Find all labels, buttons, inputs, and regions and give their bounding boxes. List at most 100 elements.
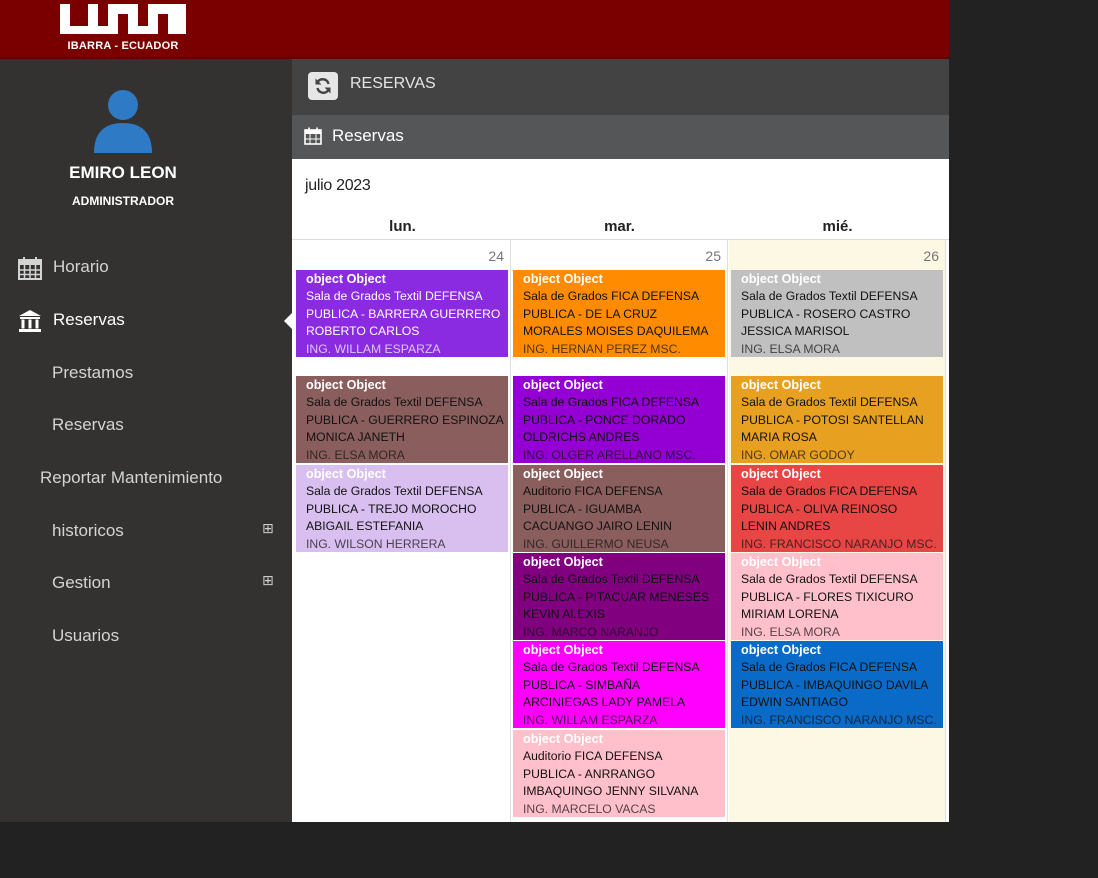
event-student-name: MORALES MOISES DAQUILEMA — [523, 324, 709, 339]
event-title: object Object — [306, 378, 386, 392]
event-title: object Object — [523, 378, 603, 392]
event-student: PUBLICA - FLORES TIXICURO — [741, 589, 914, 604]
day-number: 26 — [923, 248, 939, 264]
event-room: Sala de Grados Textil DEFENSA — [306, 289, 483, 304]
calendar-event[interactable]: object Object Sala de Grados FICA DEFENSA… — [731, 641, 943, 728]
day-header-lun: lun. — [389, 218, 416, 235]
event-tutor: ING. WILSON HERRERA — [306, 536, 446, 551]
calendar-event[interactable]: object Object Sala de Grados FICA DEFENSA… — [513, 376, 725, 463]
calendar-event[interactable]: object Object Sala de Grados Textil DEFEN… — [731, 376, 943, 463]
event-tutor: ING. MARCELO VACAS — [523, 801, 656, 816]
sidebar-item-label: Reservas — [53, 310, 125, 329]
event-tutor: ING. ELSA MORA — [741, 341, 840, 356]
event-tutor: ING. WILLAM ESPARZA — [306, 341, 441, 356]
event-student: PUBLICA - ROSERO CASTRO — [741, 306, 911, 321]
event-title: object Object — [306, 467, 386, 481]
event-student: PUBLICA - TREJO MOROCHO — [306, 501, 477, 516]
sidebar-item-label: Gestion — [52, 573, 111, 592]
event-room: Sala de Grados Textil DEFENSA — [306, 484, 483, 499]
sidebar-item-gestion[interactable]: Gestion — [52, 565, 111, 601]
logo-caption: IBARRA - ECUADOR — [67, 40, 179, 52]
event-student: PUBLICA - POTOSI SANTELLAN — [741, 412, 924, 427]
calendar-event[interactable]: object Object Sala de Grados FICA DEFENSA… — [731, 465, 943, 552]
sidebar-item-horario[interactable]: Horario — [18, 249, 109, 285]
calendar-event[interactable]: object Object Sala de Grados FICA DEFENSA… — [513, 270, 725, 357]
calendar-event[interactable]: object Object Sala de Grados Textil DEFEN… — [731, 270, 943, 357]
event-room: Sala de Grados Textil DEFENSA — [523, 660, 700, 675]
day-header-mie: mié. — [822, 218, 853, 235]
user-avatar-icon — [94, 90, 152, 153]
gestion-expand-icon[interactable]: ⊞ — [262, 573, 274, 589]
sidebar-item-reservas-sub[interactable]: Reservas — [52, 407, 124, 443]
event-room: Auditorio FICA DEFENSA — [523, 484, 663, 499]
breadcrumb-bar: RESERVAS — [292, 59, 949, 115]
sidebar-item-historicos[interactable]: historicos — [52, 513, 124, 549]
historicos-expand-icon[interactable]: ⊞ — [262, 521, 274, 537]
event-title: object Object — [741, 467, 821, 481]
panel-header: Reservas — [292, 115, 949, 159]
sidebar-item-label: Prestamos — [52, 363, 134, 382]
event-room: Sala de Grados FICA DEFENSA — [523, 395, 700, 410]
event-student-name: ROBERTO CARLOS — [306, 324, 420, 339]
event-tutor: ING. GUILLERMO NEUSA — [523, 536, 669, 551]
event-student-name: OLDRICHS ANDRES — [523, 430, 640, 445]
event-room: Sala de Grados Textil DEFENSA — [306, 395, 483, 410]
sidebar-item-label: Usuarios — [52, 626, 120, 645]
calendar-event[interactable]: object Object Sala de Grados Textil DEFEN… — [296, 270, 508, 357]
event-student: PUBLICA - OLIVA REINOSO — [741, 501, 898, 516]
event-room: Sala de Grados FICA DEFENSA — [523, 289, 700, 304]
event-student-name: ARCINIEGAS LADY PAMELA — [523, 695, 686, 710]
event-student-name: JESSICA MARISOL — [741, 324, 850, 339]
event-title: object Object — [523, 732, 603, 746]
calendar-event[interactable]: object Object Auditorio FICA DEFENSA PUBLI… — [513, 465, 725, 552]
user-role: ADMINISTRADOR — [72, 194, 174, 208]
sidebar-item-label: Reservas — [52, 415, 124, 434]
calendar-event[interactable]: object Object Sala de Grados Textil DEFEN… — [296, 465, 508, 552]
event-title: object Object — [523, 467, 603, 481]
event-title: object Object — [523, 272, 603, 286]
sidebar-item-prestamos[interactable]: Prestamos — [52, 355, 133, 391]
sidebar-item-reportar-mantenimiento[interactable]: Reportar Mantenimiento — [40, 460, 222, 496]
calendar-event[interactable]: object Object Sala de Grados Textil DEFEN… — [731, 553, 943, 640]
refresh-button[interactable] — [308, 72, 338, 100]
event-tutor: ING. FRANCISCO NARANJO MSC. — [741, 712, 937, 727]
event-student: PUBLICA - IMBAQUINGO DAVILA — [741, 677, 929, 692]
event-student: PUBLICA - PITACUAR MENESES — [523, 589, 710, 604]
event-student-name: CACUANGO JAIRO LENIN — [523, 519, 672, 534]
calendar-event[interactable]: object Object Sala de Grados Textil DEFEN… — [513, 641, 725, 728]
app-window: IBARRA - ECUADOR EMIRO LEON ADMINISTRADO… — [0, 0, 949, 822]
calendar-grid-icon — [18, 256, 42, 280]
event-student-name: ABIGAIL ESTEFANIA — [306, 519, 424, 534]
event-title: object Object — [306, 272, 386, 286]
sidebar-item-usuarios[interactable]: Usuarios — [52, 618, 119, 654]
event-tutor: ING. ELSA MORA — [741, 624, 840, 639]
sidebar-item-reservas[interactable]: Reservas — [18, 302, 125, 338]
event-tutor: ING. ELSA MORA — [306, 447, 405, 462]
event-student: PUBLICA - IGUAMBA — [523, 501, 642, 516]
day-number: 24 — [488, 248, 504, 264]
calendar-event[interactable]: object Object Auditorio FICA DEFENSA PUBLI… — [513, 730, 725, 817]
calendar-event[interactable]: object Object Sala de Grados Textil DEFEN… — [296, 376, 508, 463]
event-title: object Object — [523, 555, 603, 569]
event-student-name: EDWIN SANTIAGO — [741, 695, 848, 710]
user-name: EMIRO LEON — [69, 163, 177, 182]
event-title: object Object — [523, 643, 603, 657]
event-student: PUBLICA - GUERRERO ESPINOZA — [306, 412, 504, 427]
event-title: object Object — [741, 378, 821, 392]
day-header-mar: mar. — [604, 218, 635, 235]
event-student: PUBLICA - BARRERA GUERRERO — [306, 306, 501, 321]
day-number: 25 — [705, 248, 721, 264]
event-tutor: ING. WILLAM ESPARZA — [523, 712, 658, 727]
active-item-caret — [284, 313, 292, 329]
event-student-name: IMBAQUINGO JENNY SILVANA — [523, 784, 699, 799]
calendar-event[interactable]: object Object Sala de Grados Textil DEFEN… — [513, 553, 725, 640]
event-tutor: ING. OLGER ARELLANO MSC. — [523, 447, 696, 462]
top-bar: IBARRA - ECUADOR — [0, 0, 949, 59]
event-student-name: MARIA ROSA — [741, 430, 817, 445]
event-title: object Object — [741, 643, 821, 657]
event-student: PUBLICA - PONCE DORADO — [523, 412, 686, 427]
event-room: Auditorio FICA DEFENSA — [523, 749, 663, 764]
utn-logo[interactable]: IBARRA - ECUADOR — [58, 2, 188, 54]
event-tutor: ING. HERNAN PEREZ MSC. — [523, 341, 681, 356]
event-student-name: MIRIAM LORENA — [741, 607, 839, 622]
